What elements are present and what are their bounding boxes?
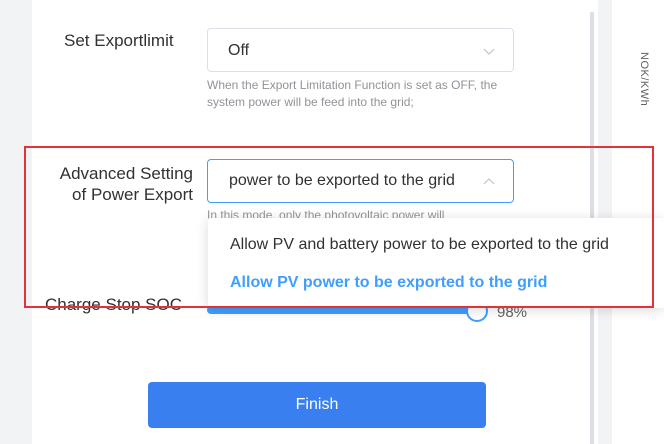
- export-limit-select[interactable]: Off: [207, 28, 514, 72]
- export-limit-label: Set Exportlimit: [64, 31, 174, 50]
- export-mode-dropdown: Allow PV and battery power to be exporte…: [208, 218, 664, 308]
- dropdown-option-pv-only[interactable]: Allow PV power to be exported to the gri…: [230, 274, 547, 292]
- advanced-export-select[interactable]: power to be exported to the grid: [207, 159, 514, 203]
- export-limit-value: Off: [228, 42, 250, 59]
- advanced-export-label-line1: Advanced Setting: [59, 164, 193, 183]
- advanced-export-label: Advanced Setting of Power Export: [40, 163, 193, 205]
- export-limit-help: When the Export Limitation Function is s…: [207, 78, 498, 109]
- dropdown-option-pv-and-battery[interactable]: Allow PV and battery power to be exporte…: [230, 236, 609, 254]
- chevron-up-icon: [483, 178, 495, 185]
- chevron-down-icon: [483, 48, 495, 55]
- charge-stop-soc-label: Charge Stop SOC: [45, 295, 183, 314]
- advanced-export-label-line2: of Power Export: [72, 185, 193, 204]
- finish-button[interactable]: Finish: [148, 382, 486, 428]
- side-panel-unit: NOK/KWh: [638, 52, 650, 107]
- advanced-export-value: power to be exported to the grid: [229, 172, 455, 189]
